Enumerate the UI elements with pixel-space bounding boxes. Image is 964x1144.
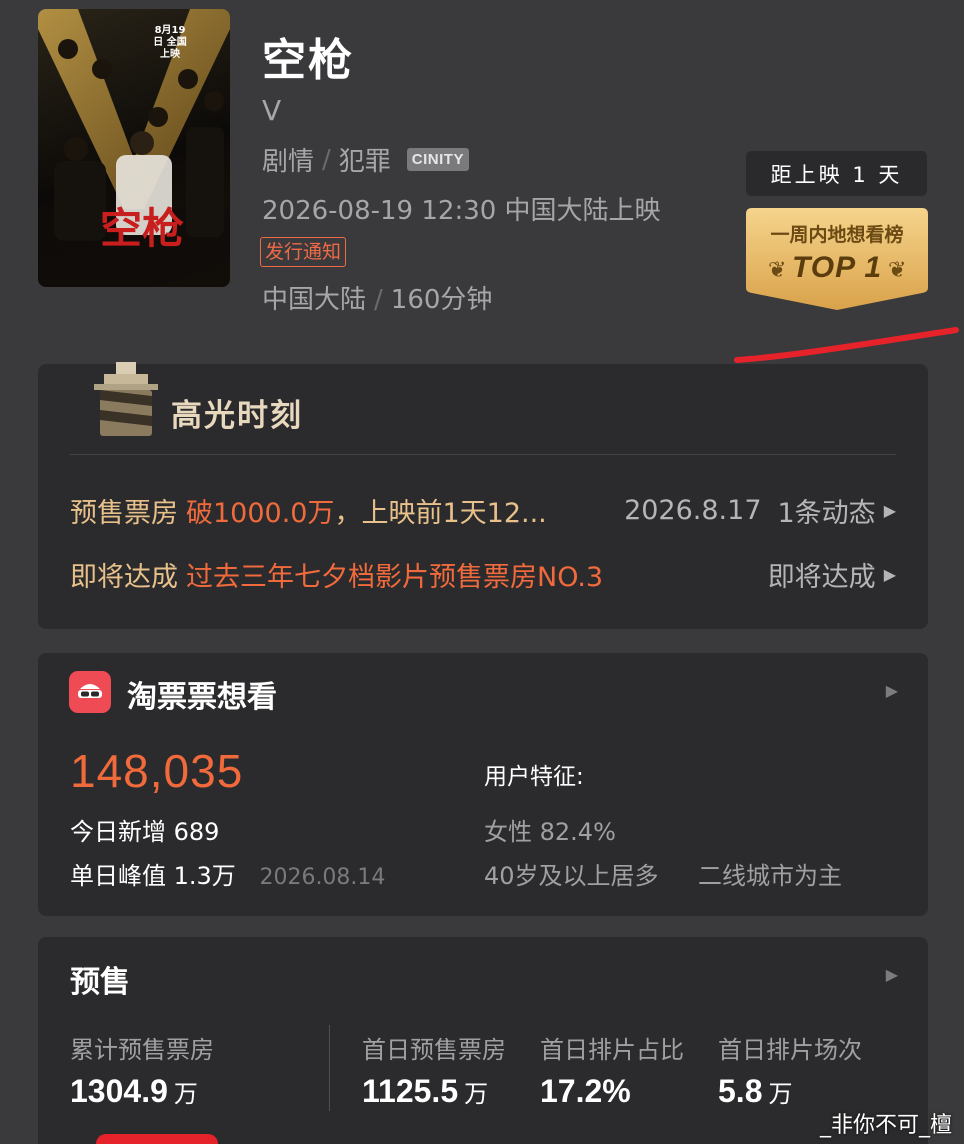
trait-gender: 女性 82.4% [484,818,616,846]
highlight-row-link: 1条动态 [777,498,876,529]
stat-number: 5.8 [718,1073,763,1109]
release-date: 2026-08-19 12:30 中国大陆上映 [262,196,661,226]
red-annotation-mark [96,1134,218,1144]
chevron-right-icon: ▶ [883,565,896,584]
origin-separator: / [374,285,383,315]
highlight-row-date: 2026.8.17 [624,495,762,526]
daily-peak-date: 2026.08.14 [259,865,386,890]
movie-duration: 160分钟 [390,285,493,315]
highlight-row-detail: ，上映前1天12... [334,498,547,529]
trait-city: 二线城市为主 [698,862,842,890]
taopiaopiao-icon [69,671,111,713]
highlight-row-value: 过去三年七夕档影片预售票房NO.3 [186,562,604,593]
stat-label-cumulative: 累计预售票房 [70,1036,214,1064]
rank-caption: 一周内地想看榜 [770,224,904,246]
genre-1: 剧情 [262,147,315,177]
laurel-right-icon: ❦ [888,258,907,283]
want-to-watch-card[interactable]: 淘票票想看 ▶ 148,035 今日新增 689 单日峰值 1.3万 2026.… [38,653,928,916]
trait-age: 40岁及以上居多 [484,862,659,890]
origin-duration-line: 中国大陆/160分钟 [262,279,492,316]
movie-poster[interactable]: 8月19日 全国上映 空枪 [38,9,230,287]
highlight-row-label: 即将达成 [70,562,178,593]
highlight-row-label: 预售票房 [70,498,178,529]
today-new-value: 689 [173,818,220,846]
presale-title: 预售 [70,965,130,1000]
stat-value-first-day-share: 17.2% [540,1073,631,1110]
stat-value-cumulative: 1304.9 万 [70,1073,198,1110]
today-new-label: 今日新增 [70,818,166,846]
origin-country: 中国大陆 [262,285,367,315]
highlights-divider [70,454,896,455]
chevron-right-icon[interactable]: ▶ [886,681,898,700]
today-new-wants: 今日新增 689 [70,812,219,847]
genre-line: 剧情 / 犯罪 CINITY [262,141,469,178]
genre-separator: / [322,144,331,175]
clapperboard-icon [94,362,158,436]
stat-unit: 万 [768,1080,793,1108]
stat-value-first-day-box: 1125.5 万 [362,1073,488,1110]
stat-number: 1304.9 [70,1073,168,1109]
poster-date-text: 8月19日 全国上映 [153,25,187,60]
want-to-watch-count: 148,035 [70,745,244,797]
stat-divider [329,1025,330,1111]
stat-unit: 万 [464,1080,489,1108]
user-traits-label: 用户特征: [484,764,584,790]
highlight-row-link: 即将达成 [767,562,876,593]
highlights-title: 高光时刻 [171,398,303,434]
daily-peak-value: 1.3万 [173,862,236,890]
movie-subtitle: V [262,94,282,127]
genre-2: 犯罪 [338,147,391,177]
daily-peak-label: 单日峰值 [70,862,166,890]
stat-label-first-day-box: 首日预售票房 [362,1036,506,1064]
chevron-right-icon: ▶ [883,501,896,520]
highlight-row-value: 破1000.0万 [186,498,335,529]
stat-number: 1125.5 [362,1073,459,1109]
stat-label-first-day-shows: 首日排片场次 [718,1036,862,1064]
highlight-row-upcoming[interactable]: 即将达成 过去三年七夕档影片预售票房NO.3 即将达成 ▶ [70,555,896,594]
chevron-right-icon[interactable]: ▶ [886,965,898,984]
stat-number: 17.2% [540,1073,631,1109]
stat-label-first-day-share: 首日排片占比 [540,1036,684,1064]
movie-title: 空枪 [262,35,354,86]
release-notice-tag[interactable]: 发行通知 [260,237,347,267]
want-to-watch-title: 淘票票想看 [127,680,277,715]
stat-value-first-day-shows: 5.8 万 [718,1073,792,1110]
presale-card[interactable]: 预售 ▶ 累计预售票房 1304.9 万 首日预售票房 1125.5 万 首日排片占… [38,937,928,1144]
highlight-row-meta: 即将达成 ▶ [768,555,896,594]
stat-unit: 万 [173,1080,198,1108]
red-annotation-underline [734,327,959,363]
poster-title-text: 空枪 [100,204,185,253]
highlights-card: 高光时刻 预售票房 破1000.0万 ，上映前1天12... 2026.8.17… [38,362,928,629]
release-countdown: 距上映 1 天 [746,151,927,196]
watermark-text: _非你不可_檀 [819,1113,952,1138]
daily-peak: 单日峰值 1.3万 2026.08.14 [70,856,385,891]
highlight-row-presale[interactable]: 预售票房 破1000.0万 ，上映前1天12... 2026.8.17 1条动态… [70,491,896,530]
want-rank-badge[interactable]: 一周内地想看榜 ❦ TOP 1 ❦ [746,208,928,312]
highlight-row-meta: 2026.8.17 1条动态 ▶ [624,491,896,530]
cinity-badge: CINITY [406,148,469,171]
